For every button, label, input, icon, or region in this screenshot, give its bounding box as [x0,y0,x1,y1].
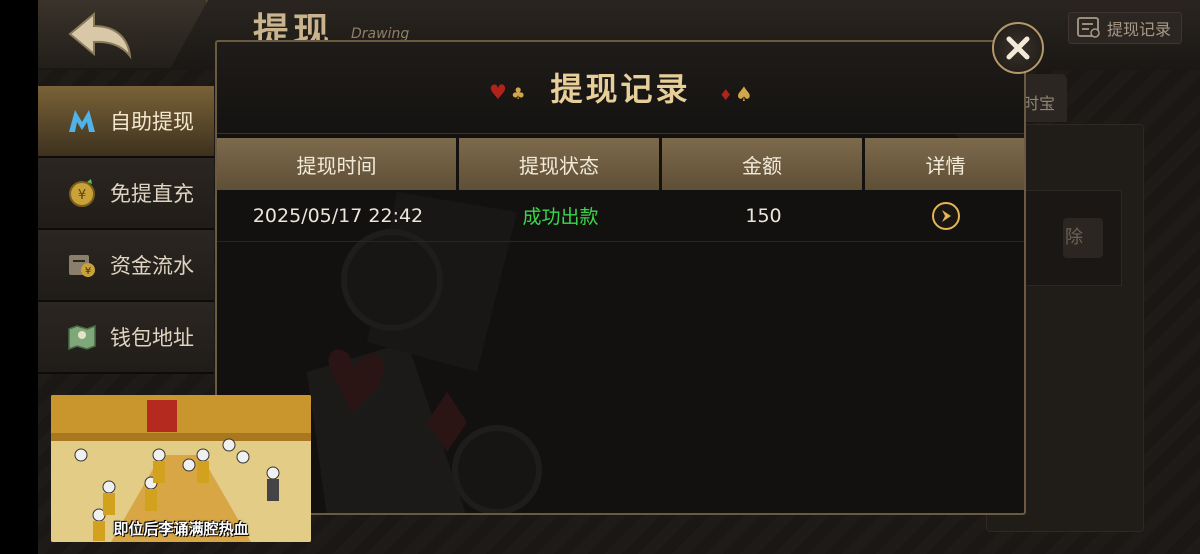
svg-text:¥: ¥ [85,266,91,277]
column-header-status: 提现状态 [459,138,662,190]
column-header-details: 详情 [865,138,1024,190]
svg-text:¥: ¥ [78,188,86,203]
record-time: 2025/05/17 22:42 [252,204,424,227]
video-caption: 即位后李诵满腔热血 [113,520,249,538]
floating-video-overlay[interactable]: 即位后李诵满腔热血 [51,395,311,542]
dialog-title: 提现记录 [550,70,691,108]
background-button: 除 [1063,218,1103,258]
close-dialog-button[interactable] [992,22,1044,74]
record-status: 成功出款 [522,206,599,228]
column-header-time: 提现时间 [217,138,459,190]
record-details-cell [865,190,1024,241]
table-header: 提现时间 提现状态 金额 详情 [217,138,1024,190]
sidebar-item-direct-recharge[interactable]: ¥ 免提直充 [38,158,214,230]
ledger-icon: ¥ [66,249,98,281]
dialog-header: ♥ ♣ 提现记录 ♦ ♠ [217,42,1024,134]
sidebar-item-label: 免提直充 [110,182,194,206]
sidebar-item-fund-flow[interactable]: ¥ 资金流水 [38,230,214,302]
sidebar-item-label: 钱包地址 [110,326,194,350]
record-list-icon [1077,17,1100,38]
record-amount: 150 [745,204,782,227]
diamond-suit-icon: ♦ [719,86,733,104]
records-table: 提现时间 提现状态 金额 详情 2025/05/17 22:42 成功出款 15… [217,138,1024,242]
sidebar-item-label: 自助提现 [110,110,194,134]
coin-icon: ¥ [66,177,98,209]
sidebar-item-label: 资金流水 [110,254,194,278]
sidebar: 自助提现 ¥ 免提直充 ¥ 资金流水 钱包地址 [38,86,214,374]
withdraw-records-button[interactable]: 提现记录 [1067,12,1182,44]
close-icon [1006,36,1030,60]
sidebar-item-wallet-address[interactable]: 钱包地址 [38,302,214,374]
withdraw-records-dialog: ♥ ♣ 提现记录 ♦ ♠ 提现时间 提现状态 金额 详情 2025/05/17 … [215,40,1026,515]
withdraw-records-label: 提现记录 [1106,20,1171,39]
column-header-amount: 金额 [662,138,865,190]
background-card: 除 [1024,190,1122,286]
map-icon [66,321,98,353]
spade-suit-icon: ♠ [735,82,753,106]
table-row: 2025/05/17 22:42 成功出款 150 [217,190,1024,242]
arrow-right-icon [941,209,951,222]
back-button[interactable] [38,0,208,68]
m-logo-icon [66,105,98,137]
detail-button[interactable] [931,201,960,230]
back-arrow-icon [68,11,132,60]
sidebar-item-self-withdraw[interactable]: 自助提现 [38,86,214,158]
